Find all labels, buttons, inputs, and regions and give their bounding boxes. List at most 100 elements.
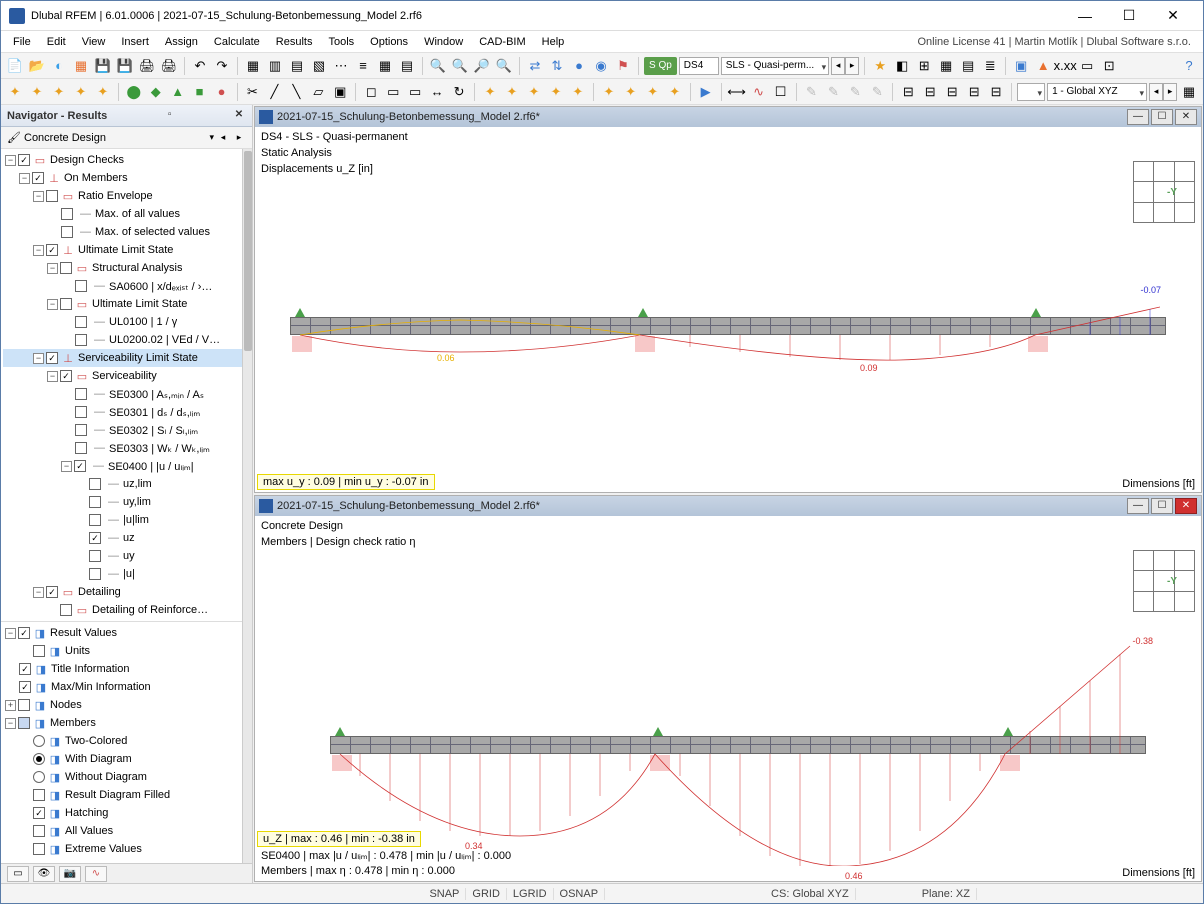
tree-checkbox[interactable] (89, 496, 101, 508)
tree-item-label[interactable]: Design Checks (50, 154, 124, 166)
tree-checkbox[interactable] (61, 226, 73, 238)
calc2-icon[interactable]: ▦ (375, 56, 395, 76)
expand-toggle[interactable]: + (5, 700, 16, 711)
menu-insert[interactable]: Insert (113, 34, 157, 50)
line-icon[interactable]: ╱ (264, 82, 284, 102)
wand5-icon[interactable]: ✦ (93, 82, 113, 102)
navigator-selector[interactable]: 🖌 Concrete Design ◂ ▸ (1, 127, 252, 149)
shift-icon[interactable]: ⇄ (525, 56, 545, 76)
tree-checkbox[interactable] (75, 334, 87, 346)
line2-icon[interactable]: ╲ (286, 82, 306, 102)
search3-icon[interactable]: 🔎 (472, 56, 492, 76)
menu-edit[interactable]: Edit (39, 34, 74, 50)
menu-file[interactable]: File (5, 34, 39, 50)
block-icon[interactable]: ▦ (71, 56, 91, 76)
tree-checkbox[interactable] (60, 298, 72, 310)
num-select[interactable] (1017, 83, 1045, 101)
tree-item-label[interactable]: Result Values (50, 627, 117, 639)
tree-checkbox[interactable] (32, 172, 44, 184)
tree-item-label[interactable]: uz (123, 532, 135, 544)
table-icon[interactable]: ▦ (243, 56, 263, 76)
expand-toggle[interactable]: − (5, 718, 16, 729)
tree-checkbox[interactable] (89, 568, 101, 580)
edit3-icon[interactable]: ✎ (845, 82, 865, 102)
panel-close-icon[interactable]: ✕ (232, 109, 246, 123)
minimize-button[interactable]: — (1063, 1, 1107, 31)
tree-item-label[interactable]: Max. of selected values (95, 226, 210, 238)
menu-calculate[interactable]: Calculate (206, 34, 268, 50)
plot-icon[interactable]: ∿ (749, 82, 769, 102)
sec2-icon[interactable]: ⊟ (920, 82, 940, 102)
menu-help[interactable]: Help (534, 34, 573, 50)
l6-icon[interactable]: ✦ (599, 82, 619, 102)
prev-button[interactable]: ◂ (831, 57, 845, 75)
table3-icon[interactable]: ▤ (287, 56, 307, 76)
opening-icon[interactable]: ◻ (361, 82, 381, 102)
l2-icon[interactable]: ✦ (502, 82, 522, 102)
wand-icon[interactable]: ✦ (5, 82, 25, 102)
arrow-icon[interactable]: ▶ (696, 82, 716, 102)
select-icon[interactable]: ☐ (771, 82, 791, 102)
filter-icon[interactable]: ◧ (892, 56, 912, 76)
view-close-button[interactable]: ✕ (1175, 109, 1197, 125)
tree-item-label[interactable]: SA0600 | x/dₑₓᵢₛₜ / ›… (109, 280, 212, 293)
tree-checkbox[interactable] (46, 190, 58, 202)
tree-item-label[interactable]: Units (65, 645, 90, 657)
open-icon[interactable]: 📂 (27, 56, 47, 76)
obj5-icon[interactable]: ● (212, 82, 232, 102)
camera-icon[interactable]: 📷 (59, 866, 81, 882)
tree-item-label[interactable]: Hatching (65, 807, 108, 819)
menu-view[interactable]: View (74, 34, 114, 50)
tree-item-label[interactable]: Detailing of Reinforce… (92, 604, 208, 616)
expand-toggle[interactable]: − (33, 245, 44, 256)
tree-checkbox[interactable] (33, 645, 45, 657)
script-icon[interactable]: ⋯ (331, 56, 351, 76)
tree-checkbox[interactable] (60, 370, 72, 382)
calc-icon[interactable]: ≡ (353, 56, 373, 76)
status-snap[interactable]: SNAP (423, 888, 466, 900)
view-minimize-button[interactable]: — (1127, 498, 1149, 514)
tree-item-label[interactable]: Max/Min Information (51, 681, 151, 693)
wand2-icon[interactable]: ✦ (27, 82, 47, 102)
view-canvas[interactable]: DS4 - SLS - Quasi-permanent Static Analy… (255, 127, 1201, 492)
print-icon[interactable]: 🖨 (137, 56, 157, 76)
tree-item-label[interactable]: Nodes (50, 699, 82, 711)
tree-checkbox[interactable] (60, 262, 72, 274)
view-canvas[interactable]: Concrete Design Members | Design check r… (255, 516, 1201, 881)
surf-icon[interactable]: ▱ (308, 82, 328, 102)
nav-next-button[interactable]: ▸ (232, 131, 246, 145)
dim-icon[interactable]: x.xx (1055, 56, 1075, 76)
tree-checkbox[interactable] (46, 352, 58, 364)
axis-indicator[interactable]: -Y (1133, 161, 1195, 223)
box-icon[interactable]: ▦ (936, 56, 956, 76)
sec1-icon[interactable]: ⊟ (898, 82, 918, 102)
obj3-icon[interactable]: ▲ (168, 82, 188, 102)
scrollbar[interactable] (242, 149, 252, 863)
wand4-icon[interactable]: ✦ (71, 82, 91, 102)
section-icon[interactable]: ⊡ (1099, 56, 1119, 76)
tree-item-label[interactable]: Structural Analysis (92, 262, 182, 274)
tree-checkbox[interactable] (18, 154, 30, 166)
l7-icon[interactable]: ✦ (621, 82, 641, 102)
tree-radio[interactable] (33, 753, 45, 765)
edit4-icon[interactable]: ✎ (867, 82, 887, 102)
tree-checkbox[interactable] (89, 478, 101, 490)
tree-checkbox[interactable] (74, 460, 86, 472)
zoom-icon[interactable]: 🔍 (494, 56, 514, 76)
tree-checkbox[interactable] (75, 406, 87, 418)
menu-window[interactable]: Window (416, 34, 471, 50)
menu-cadbim[interactable]: CAD-BIM (471, 34, 533, 50)
expand-toggle[interactable]: − (33, 587, 44, 598)
maximize-button[interactable]: ☐ (1107, 1, 1151, 31)
tree-item-sls[interactable]: Serviceability Limit State (78, 352, 198, 364)
tree-item-label[interactable]: Without Diagram (65, 771, 147, 783)
sec5-icon[interactable]: ⊟ (986, 82, 1006, 102)
obj2-icon[interactable]: ◆ (146, 82, 166, 102)
tree-item-label[interactable]: SE0400 | |u / uₗᵢₘ| (108, 460, 194, 473)
tree-item-label[interactable]: |u|lim (123, 514, 149, 526)
solid-icon[interactable]: ▣ (330, 82, 350, 102)
table2-icon[interactable]: ▥ (265, 56, 285, 76)
expand-toggle[interactable]: − (5, 155, 16, 166)
tree-item-label[interactable]: On Members (64, 172, 128, 184)
save-icon[interactable]: 💾 (93, 56, 113, 76)
